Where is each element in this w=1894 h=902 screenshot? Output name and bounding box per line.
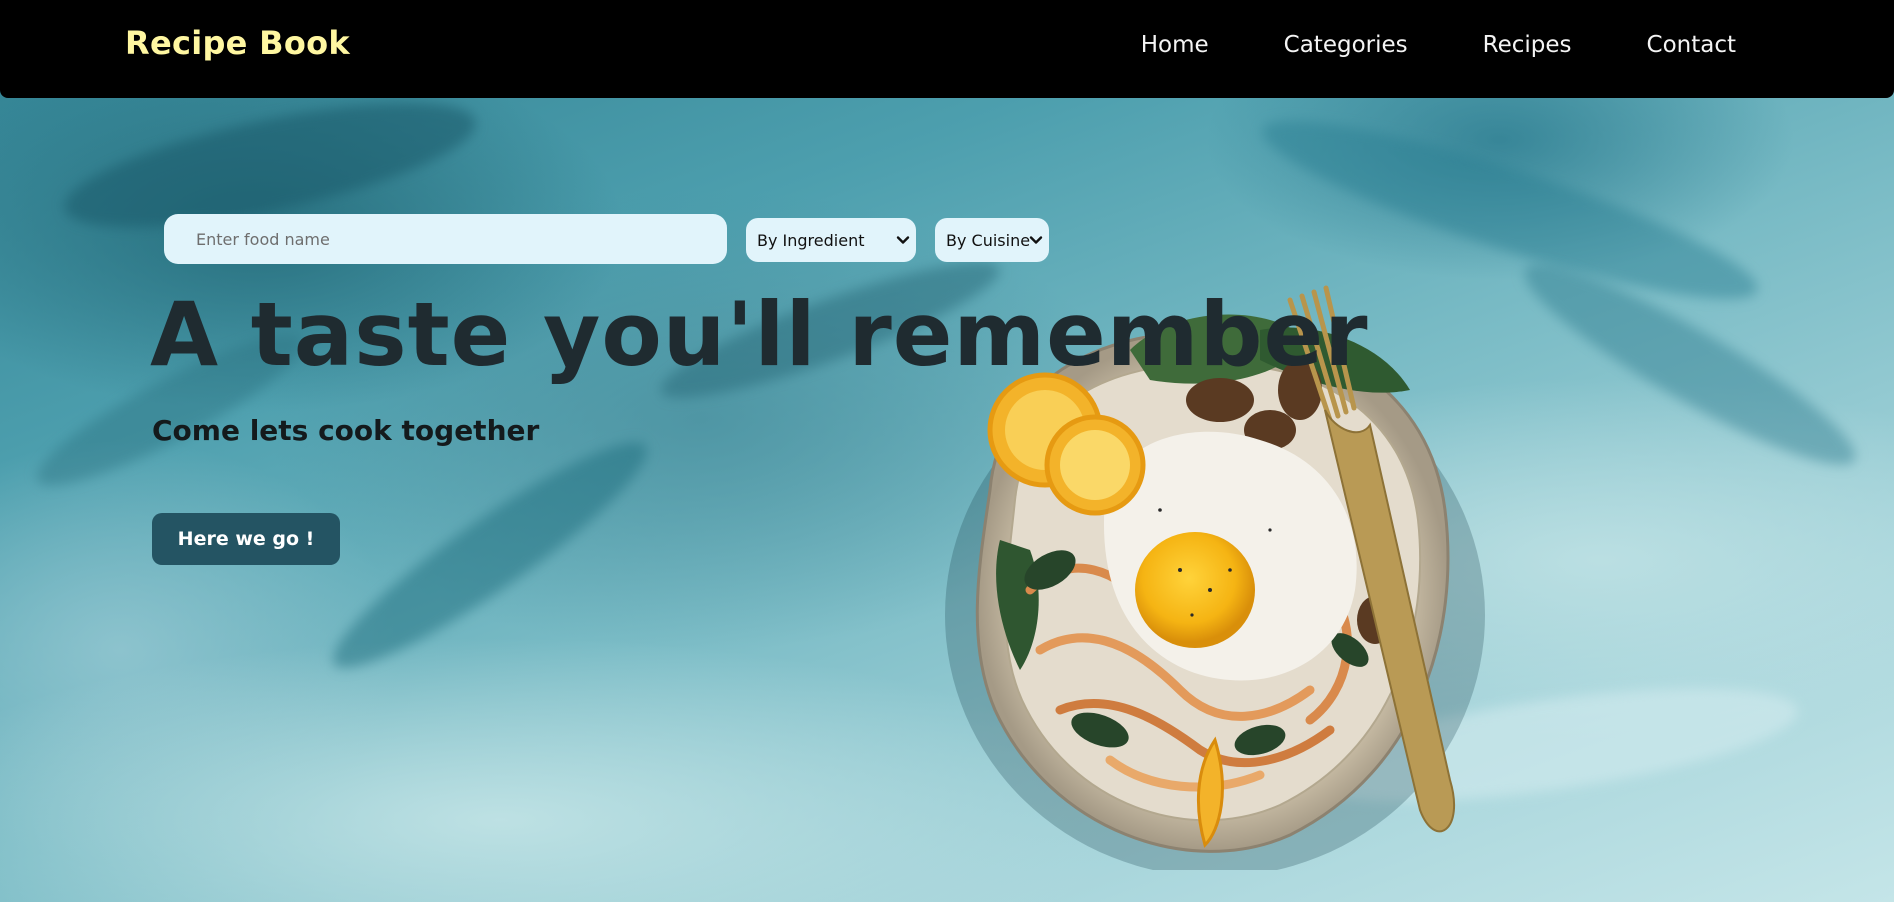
cuisine-filter-select[interactable]: By Cuisine [935,218,1049,262]
nav-home[interactable]: Home [1141,32,1209,58]
nav-categories[interactable]: Categories [1284,32,1408,58]
cuisine-filter-label: By Cuisine [946,230,1031,250]
hero-subtitle: Come lets cook together [152,414,540,447]
top-navbar: Recipe Book Home Categories Recipes Cont… [0,0,1894,98]
nav-recipes[interactable]: Recipes [1483,32,1572,58]
food-search-input[interactable] [164,214,727,264]
ingredient-filter-select[interactable]: By Ingredient [746,218,916,262]
chevron-down-icon [1029,236,1043,244]
page: Recipe Book Home Categories Recipes Cont… [0,0,1894,902]
chevron-down-icon [896,236,910,244]
main-nav: Home Categories Recipes Contact [1066,32,1736,58]
nav-contact[interactable]: Contact [1647,32,1736,58]
ingredient-filter-label: By Ingredient [757,230,865,250]
hero-title: A taste you'll remember [150,283,1369,386]
site-logo[interactable]: Recipe Book [125,24,350,62]
here-we-go-button[interactable]: Here we go ! [152,513,340,565]
